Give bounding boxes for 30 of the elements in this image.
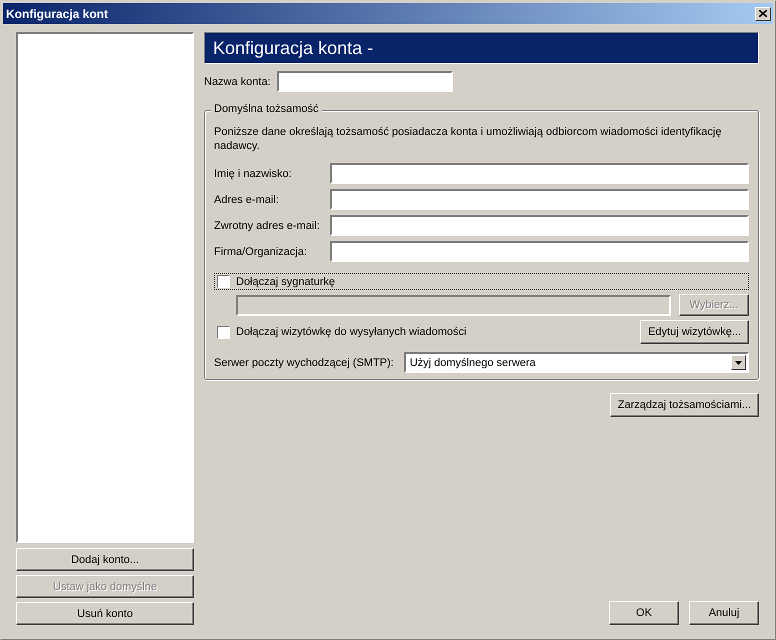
close-icon: [759, 10, 767, 17]
input-field[interactable]: [330, 189, 749, 210]
dialog-button[interactable]: Anuluj: [689, 601, 759, 625]
field-label: Nazwa konta:: [204, 76, 271, 88]
input-field[interactable]: [330, 163, 749, 184]
edit-vcard-button[interactable]: Edytuj wizytówkę...: [640, 320, 749, 344]
field-label: Firma/Organizacja:: [214, 246, 308, 258]
checkbox[interactable]: [217, 326, 230, 338]
checkbox[interactable]: [217, 275, 230, 288]
vcard-checkbox-row[interactable]: Dołączaj wizytówkę do wysyłanych wiadomości: [214, 324, 470, 340]
checkbox-label: Dołączaj wizytówkę do wysyłanych wiadomości: [236, 326, 466, 338]
field-label: Adres e-mail:: [214, 194, 280, 206]
account-name-field[interactable]: [276, 71, 453, 92]
manage-identities-button[interactable]: Zarządzaj tożsamościami...: [610, 393, 759, 417]
panel-header: Konfiguracja konta -: [204, 32, 759, 64]
input-field[interactable]: [330, 241, 749, 262]
signature-checkbox-row[interactable]: Dołączaj sygnaturkę: [214, 273, 749, 290]
smtp-dropdown[interactable]: Użyj domyślnego serwera: [404, 352, 749, 373]
close-button[interactable]: [755, 6, 771, 20]
checkbox-label: Dołączaj sygnaturkę: [236, 276, 336, 288]
account-button[interactable]: Usuń konto: [16, 602, 194, 625]
field-label: Imię i nazwisko:: [214, 168, 293, 180]
window-title: Konfiguracja kont: [6, 6, 108, 20]
description-text: Poniższe dane określają tożsamość posiadacza konta i umożliwiają odbiorcom wiadomości identyfikację nadawcy.: [214, 125, 722, 153]
input-field[interactable]: [330, 215, 749, 236]
group-legend: Domyślna tożsamość: [211, 103, 322, 115]
field-label: Zwrotny adres e-mail:: [214, 220, 321, 232]
field-label: Serwer poczty wychodzącej (SMTP):: [214, 356, 394, 368]
account-button[interactable]: Dodaj konto...: [16, 548, 194, 571]
dialog-button[interactable]: OK: [609, 601, 679, 625]
